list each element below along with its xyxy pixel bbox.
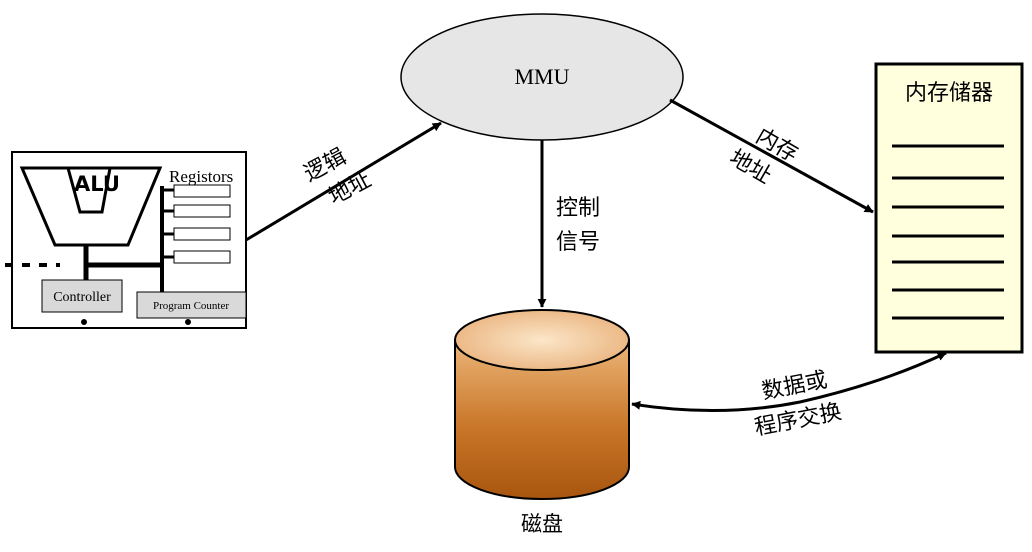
connector-dot <box>81 319 87 325</box>
cpu-block: ALU Registors Controller Program Counter <box>5 151 247 329</box>
label-swap-line1: 数据或 <box>760 368 830 405</box>
register-4 <box>173 250 231 264</box>
registers-label: Registors <box>169 167 233 186</box>
program-counter-label: Program Counter <box>153 300 229 312</box>
controller-label: Controller <box>53 290 111 305</box>
memory-management-diagram: ALU Registors Controller Program Counter <box>5 13 1024 536</box>
disk-block: 磁盘 <box>454 309 630 536</box>
label-control-signal-line2: 信号 <box>556 230 600 255</box>
register-1 <box>173 184 231 198</box>
register-2 <box>173 204 231 218</box>
memory-title: 内存储器 <box>905 81 993 106</box>
mmu-label: MMU <box>514 64 569 89</box>
label-logical-address: 逻辑 地址 <box>300 144 375 210</box>
label-control-signal-line1: 控制 <box>556 196 600 221</box>
register-3 <box>173 227 231 241</box>
label-memory-address: 内存 地址 <box>725 124 802 189</box>
label-swap-line2: 程序交换 <box>753 400 844 441</box>
mmu-block: MMU <box>400 13 684 141</box>
disk-label: 磁盘 <box>521 512 563 536</box>
connector-dot <box>185 319 191 325</box>
memory-block: 内存储器 <box>874 62 1024 354</box>
disk-top <box>454 309 630 371</box>
alu-label: ALU <box>74 172 120 196</box>
